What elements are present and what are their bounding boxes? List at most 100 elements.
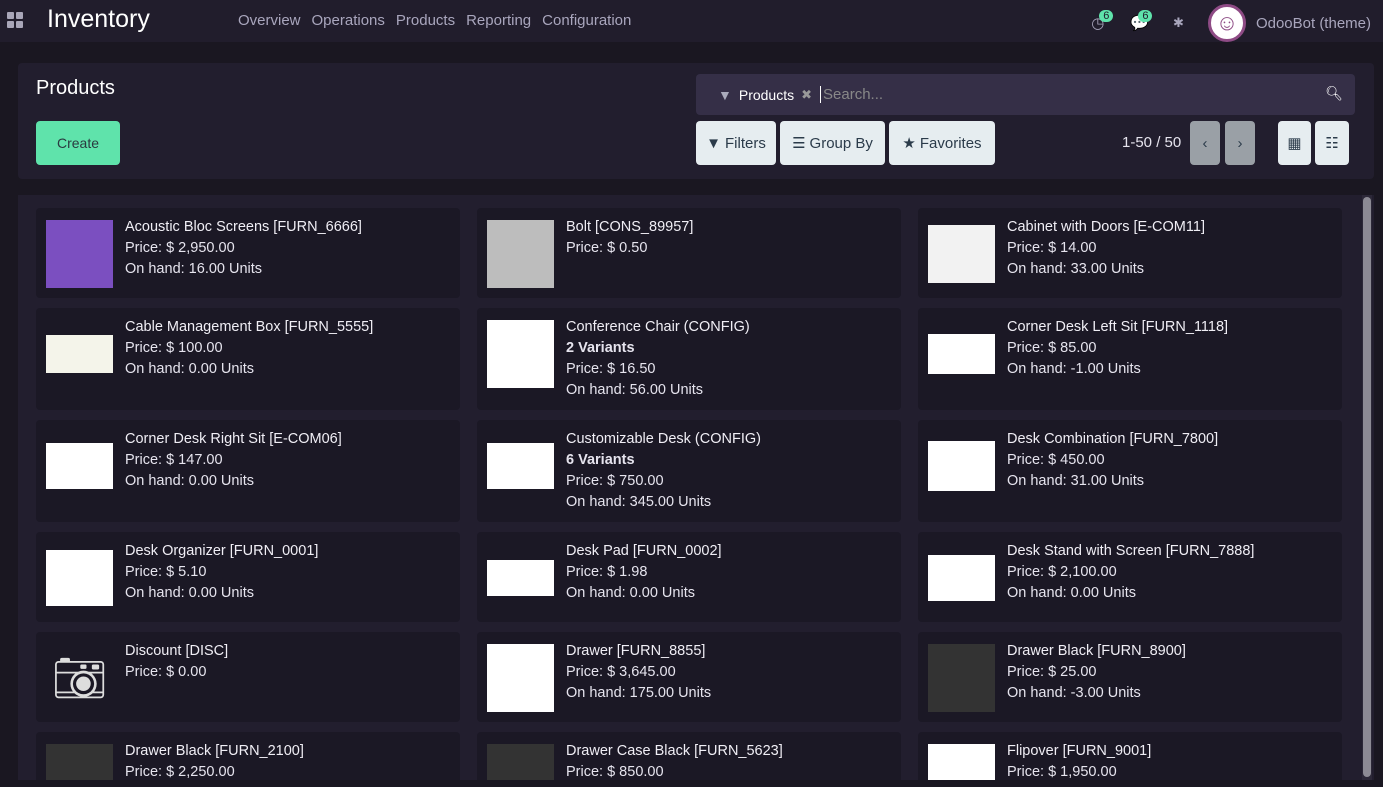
product-card[interactable]: Corner Desk Left Sit [FURN_1118] Price: $… (918, 308, 1342, 410)
product-price: Price: $ 100.00 (125, 340, 223, 356)
product-price: Price: $ 2,100.00 (1007, 564, 1117, 580)
control-panel: Products Create ▼Products✖ 🔍︎ ▼Filters ☰… (18, 63, 1374, 179)
product-image (46, 432, 113, 500)
product-card[interactable]: Flipover [FURN_9001] Price: $ 1,950.00 (918, 732, 1342, 780)
product-price: Price: $ 750.00 (566, 473, 664, 489)
product-name: Corner Desk Right Sit [E-COM06] (125, 431, 342, 447)
product-image (46, 220, 113, 288)
search-bar: ▼ Products ✖ 🔍︎ (696, 74, 1355, 115)
product-image (487, 744, 554, 780)
product-name: Flipover [FURN_9001] (1007, 743, 1152, 759)
product-name: Drawer Case Black [FURN_5623] (566, 743, 783, 759)
main-menu: Overview Operations Products Reporting C… (238, 12, 631, 29)
pager-value[interactable]: 1-50 / 50 (1122, 134, 1181, 151)
user-name[interactable]: OdooBot (theme) (1256, 15, 1371, 32)
chevron-right-icon: › (1237, 134, 1243, 152)
menu-products[interactable]: Products (396, 12, 455, 29)
search-icon[interactable]: 🔍︎ (1325, 85, 1343, 102)
product-price: Price: $ 0.50 (566, 240, 648, 256)
product-image (487, 544, 554, 612)
product-name: Bolt [CONS_89957] (566, 219, 694, 235)
product-on-hand: On hand: 0.00 Units (125, 585, 254, 601)
product-card[interactable]: Desk Combination [FURN_7800] Price: $ 450… (918, 420, 1342, 522)
page-title: Products (36, 77, 115, 99)
product-image (46, 744, 113, 780)
group-by-button[interactable]: ☰ Group By (780, 121, 885, 165)
product-card[interactable]: Acoustic Bloc Screens [FURN_6666] Price: … (36, 208, 460, 298)
menu-configuration[interactable]: Configuration (542, 12, 631, 29)
kanban-view: Acoustic Bloc Screens [FURN_6666] Price: … (18, 195, 1374, 780)
activity-clock-icon[interactable]: ◷ 6 (1091, 10, 1114, 32)
product-on-hand: On hand: -3.00 Units (1007, 685, 1141, 701)
product-price: Price: $ 0.00 (125, 664, 207, 680)
product-card[interactable]: Drawer Black [FURN_2100] Price: $ 2,250.0… (36, 732, 460, 780)
grid-icon: ▦ (1287, 135, 1302, 152)
menu-operations[interactable]: Operations (312, 12, 385, 29)
product-card[interactable]: Cable Management Box [FURN_5555] Price: $… (36, 308, 460, 410)
product-card[interactable]: Drawer Case Black [FURN_5623] Price: $ 85… (477, 732, 901, 780)
kanban-view-button[interactable]: ▦ (1278, 121, 1311, 165)
product-on-hand: On hand: -1.00 Units (1007, 361, 1141, 377)
menu-reporting[interactable]: Reporting (466, 12, 531, 29)
scrollbar-thumb[interactable] (1363, 197, 1371, 777)
create-button[interactable]: Create (36, 121, 120, 165)
list-icon: ☷ (1325, 135, 1339, 152)
product-card[interactable]: 📷︎ Discount [DISC] Price: $ 0.00 (36, 632, 460, 722)
product-card[interactable]: Drawer Black [FURN_8900] Price: $ 25.00 On… (918, 632, 1342, 722)
product-image (487, 644, 554, 712)
menu-overview[interactable]: Overview (238, 12, 301, 29)
product-card[interactable]: Desk Pad [FURN_0002] Price: $ 1.98 On hand… (477, 532, 901, 622)
product-name: Cable Management Box [FURN_5555] (125, 319, 374, 335)
product-name: Desk Stand with Screen [FURN_7888] (1007, 543, 1255, 559)
product-price: Price: $ 147.00 (125, 452, 223, 468)
debug-bug-icon[interactable]: ✱ (1173, 15, 1184, 31)
user-avatar[interactable]: ☺ (1207, 4, 1246, 42)
product-card[interactable]: Drawer [FURN_8855] Price: $ 3,645.00 On ha… (477, 632, 901, 722)
product-on-hand: On hand: 0.00 Units (566, 585, 695, 601)
product-name: Desk Pad [FURN_0002] (566, 543, 722, 559)
product-price: Price: $ 85.00 (1007, 340, 1097, 356)
list-view-button[interactable]: ☷ (1315, 121, 1349, 165)
apps-menu-icon[interactable] (7, 12, 24, 28)
activity-badge: 6 (1099, 10, 1114, 22)
product-name: Corner Desk Left Sit [FURN_1118] (1007, 319, 1229, 335)
filter-icon: ▼ (718, 86, 732, 103)
product-price: Price: $ 14.00 (1007, 240, 1097, 256)
product-price: Price: $ 5.10 (125, 564, 207, 580)
systray: ◷ 6 💬 6 ✱ ☺ OdooBot (theme) (1091, 4, 1371, 42)
product-name: Cabinet with Doors [E-COM11] (1007, 219, 1205, 235)
product-price: Price: $ 850.00 (566, 764, 664, 780)
product-card[interactable]: Cabinet with Doors [E-COM11] Price: $ 14.… (918, 208, 1342, 298)
product-image (928, 432, 995, 500)
scrollbar[interactable] (1362, 195, 1372, 780)
product-on-hand: On hand: 33.00 Units (1007, 261, 1145, 277)
product-on-hand: On hand: 175.00 Units (566, 685, 712, 701)
product-card[interactable]: Conference Chair (CONFIG) 2 Variants Price… (477, 308, 901, 410)
product-on-hand: On hand: 0.00 Units (125, 473, 254, 489)
search-input[interactable] (820, 86, 1301, 103)
favorites-button[interactable]: ★ Favorites (889, 121, 995, 165)
product-card[interactable]: Customizable Desk (CONFIG) 6 Variants Pric… (477, 420, 901, 522)
product-card[interactable]: Desk Organizer [FURN_0001] Price: $ 5.10 O… (36, 532, 460, 622)
remove-facet-icon[interactable]: ✖ (801, 87, 812, 103)
app-title: Inventory (47, 5, 150, 33)
product-price: Price: $ 25.00 (1007, 664, 1097, 680)
product-grid: Acoustic Bloc Screens [FURN_6666] Price: … (36, 208, 1342, 780)
camera-placeholder-icon: 📷︎ (51, 653, 108, 703)
product-card[interactable]: Corner Desk Right Sit [E-COM06] Price: $ … (36, 420, 460, 522)
product-image (487, 320, 554, 388)
pager-next-button[interactable]: › (1225, 121, 1255, 165)
product-image (46, 320, 113, 388)
product-card[interactable]: Desk Stand with Screen [FURN_7888] Price:… (918, 532, 1342, 622)
product-price: Price: $ 16.50 (566, 361, 656, 377)
product-image (487, 220, 554, 288)
messages-badge: 6 (1138, 10, 1153, 22)
product-name: Desk Organizer [FURN_0001] (125, 543, 319, 559)
product-price: Price: $ 3,645.00 (566, 664, 676, 680)
messages-chat-icon[interactable]: 💬 6 (1130, 10, 1153, 32)
product-name: Customizable Desk (CONFIG) (566, 431, 761, 447)
filters-button[interactable]: ▼ Filters (696, 121, 776, 165)
product-card[interactable]: Bolt [CONS_89957] Price: $ 0.50 (477, 208, 901, 298)
list-icon: ☰ (792, 135, 806, 152)
pager-previous-button[interactable]: ‹ (1190, 121, 1220, 165)
